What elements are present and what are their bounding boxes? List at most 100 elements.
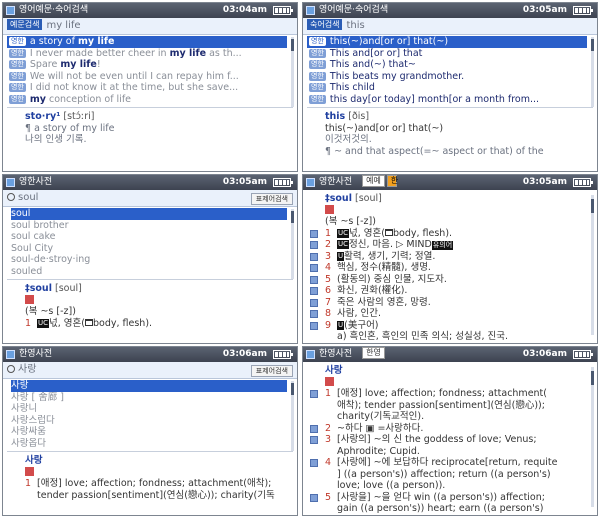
search-mode-chip[interactable]: 숙어검색	[307, 19, 343, 30]
sense-text: gain ((a person's)) heart; earn ((a pers…	[337, 503, 544, 514]
sense-audio-button[interactable]	[310, 310, 318, 318]
sense-audio-button[interactable]	[310, 493, 318, 502]
result-list[interactable]: 사랑 사랑 [ 舍廊 ] 사랑니 사랑스럽다 사랑싸움 사랑옵다	[3, 379, 297, 449]
search-input[interactable]: 예문검색 my life	[3, 18, 297, 35]
list-item[interactable]: soul brother	[11, 220, 287, 232]
opposite-icon	[84, 318, 93, 326]
sub-sense: a) 흑인혼, 흑인의 민족 의식; 성실성, 진국.	[337, 331, 509, 342]
sense-audio-button[interactable]	[310, 287, 318, 295]
search-input[interactable]: 사랑 표제어검색	[3, 362, 297, 379]
title-bar: 한영사전 03:06am	[3, 347, 297, 362]
list-item[interactable]: 사랑	[11, 380, 287, 392]
list-item[interactable]: soul-de·stroy·ing	[11, 254, 287, 266]
list-item[interactable]: 영한 We will not be even until I can repay …	[7, 71, 287, 83]
search-icon	[7, 365, 15, 373]
list-item[interactable]: 영한 this day[or today] month[or a month fr…	[307, 94, 587, 106]
list-item[interactable]: 영한 I never made better cheer in my life a…	[7, 48, 287, 60]
scrollbar[interactable]	[291, 209, 294, 279]
clock: 03:06am	[522, 349, 567, 359]
list-item[interactable]: 사랑니	[11, 403, 287, 415]
item-text-pre: Spare	[29, 59, 61, 70]
sense-number: 5	[325, 491, 332, 503]
panel-eng-kor-soul-list: 영한사전 03:05am soul 표제어검색 soul soul brother…	[2, 174, 298, 344]
sense-audio-button[interactable]	[310, 321, 318, 330]
noun-icon	[25, 294, 34, 304]
app-icon	[6, 350, 15, 359]
synonym-badge: 유의어	[431, 241, 454, 250]
list-item[interactable]: souled	[11, 266, 287, 278]
sense-audio-button[interactable]	[310, 252, 318, 261]
list-item[interactable]: soul cake	[11, 231, 287, 243]
list-item[interactable]: 영한 Spare my life!	[7, 59, 287, 71]
scrollbar[interactable]	[591, 367, 594, 507]
search-query: soul	[18, 192, 39, 203]
result-list[interactable]: soul soul brother soul cake Soul City soul-d…	[3, 207, 297, 277]
list-item[interactable]: 영한 this(~)and[or or] that(~)	[307, 36, 587, 48]
kor-eng-mode-badge[interactable]: 한영	[362, 347, 385, 359]
divider	[307, 107, 593, 108]
list-item[interactable]: 사랑싸움	[11, 426, 287, 438]
sense-audio-button[interactable]	[310, 390, 318, 398]
headword: ‡soul	[325, 193, 352, 204]
list-item[interactable]: soul	[11, 208, 287, 220]
search-input[interactable]: soul 표제어검색	[3, 190, 297, 207]
idiom-line: this(~)and[or or] that(~)	[325, 122, 444, 134]
item-text: this(~)and[or or] that(~)	[329, 36, 449, 47]
list-item[interactable]: 영한 I did not know it at the time, but she…	[7, 82, 287, 94]
noun-icon	[325, 376, 334, 386]
item-text: This and[or or] that	[329, 47, 423, 59]
list-item[interactable]: 영한 This child	[307, 82, 587, 94]
headword-search-button[interactable]: 표제어검색	[250, 365, 293, 377]
detail-pane: sto·ry¹ [stɔ́ːri] ¶ a story of my life 나…	[3, 110, 297, 146]
list-item[interactable]: 영한 This beats my grandmother.	[307, 71, 587, 83]
list-item[interactable]: 영한 a story of my life	[7, 36, 287, 48]
item-text-post: !	[96, 59, 101, 70]
lang-tag: 영한	[309, 83, 326, 92]
result-list[interactable]: 영한 this(~)and[or or] that(~) 영한 This and[or…	[303, 35, 597, 105]
sense-audio-button[interactable]	[310, 424, 318, 433]
scrollbar[interactable]	[291, 37, 294, 107]
result-list[interactable]: 영한 a story of my life 영한 I never made bette…	[3, 35, 297, 105]
example-mode-badge[interactable]: 예예	[362, 175, 385, 187]
clock: 03:05am	[222, 177, 267, 187]
sense-audio-button[interactable]	[310, 241, 318, 249]
list-item[interactable]: 영한 This and[or or] that	[307, 48, 587, 60]
headword-search-button[interactable]: 표제어검색	[250, 193, 293, 205]
sense-audio-button[interactable]	[310, 275, 318, 284]
lang-tag: 영한	[9, 71, 26, 81]
opposite-icon	[384, 228, 393, 236]
sense-line: 2 ~하다 ▣ =사랑하다.	[310, 423, 591, 435]
item-text-pre: a story of	[29, 36, 78, 47]
sense-line: 7 죽은 사람의 영혼, 망령.	[310, 297, 591, 309]
scrollbar[interactable]	[591, 37, 594, 107]
headword: this	[325, 111, 346, 122]
sense-text: 사람, 인간.	[337, 308, 382, 319]
list-item[interactable]: Soul City	[11, 243, 287, 255]
sense-audio-button[interactable]	[310, 229, 318, 238]
scrollbar[interactable]	[291, 381, 294, 451]
sense-line: 4 [사랑에] ~에 보답하다 reciprocate[return, requi…	[310, 457, 591, 469]
list-item[interactable]: 영한 my conception of life	[7, 94, 287, 106]
scrollbar[interactable]	[591, 195, 594, 335]
battery-icon	[573, 6, 593, 15]
sense-audio-button[interactable]	[310, 459, 318, 467]
sense-audio-button[interactable]	[310, 436, 318, 444]
sense-audio-button[interactable]	[310, 298, 318, 307]
list-item[interactable]: 영한 This and(~) that~	[307, 59, 587, 71]
search-mode-chip[interactable]: 예문검색	[7, 19, 43, 30]
korean-mode-badge[interactable]: 한	[386, 175, 398, 187]
example-line: ¶ ~ and that aspect(=~ aspect or that) o…	[325, 145, 544, 157]
lang-tag: 영한	[309, 71, 326, 81]
translation-line: 이것저것의.	[325, 134, 372, 145]
list-item[interactable]: 사랑 [ 舍廊 ]	[11, 392, 287, 404]
list-item[interactable]: 사랑스럽다	[11, 415, 287, 427]
search-input[interactable]: 숙어검색 this	[303, 18, 597, 35]
window-title: 영한사전	[19, 177, 53, 187]
inflection: (복 ~s [-z])	[325, 216, 376, 227]
item-text-match: my	[29, 93, 46, 105]
list-item[interactable]: 사랑옵다	[11, 438, 287, 450]
sense-audio-button[interactable]	[310, 264, 318, 272]
sense-line: Aphrodite; Cupid.	[325, 446, 591, 458]
entry-pane: ‡soul [soul] (복 ~s [-z]) 1 UC넋, 영혼(body, …	[303, 190, 597, 343]
sense-line: 6 화신, 권화(權化).	[310, 285, 591, 297]
